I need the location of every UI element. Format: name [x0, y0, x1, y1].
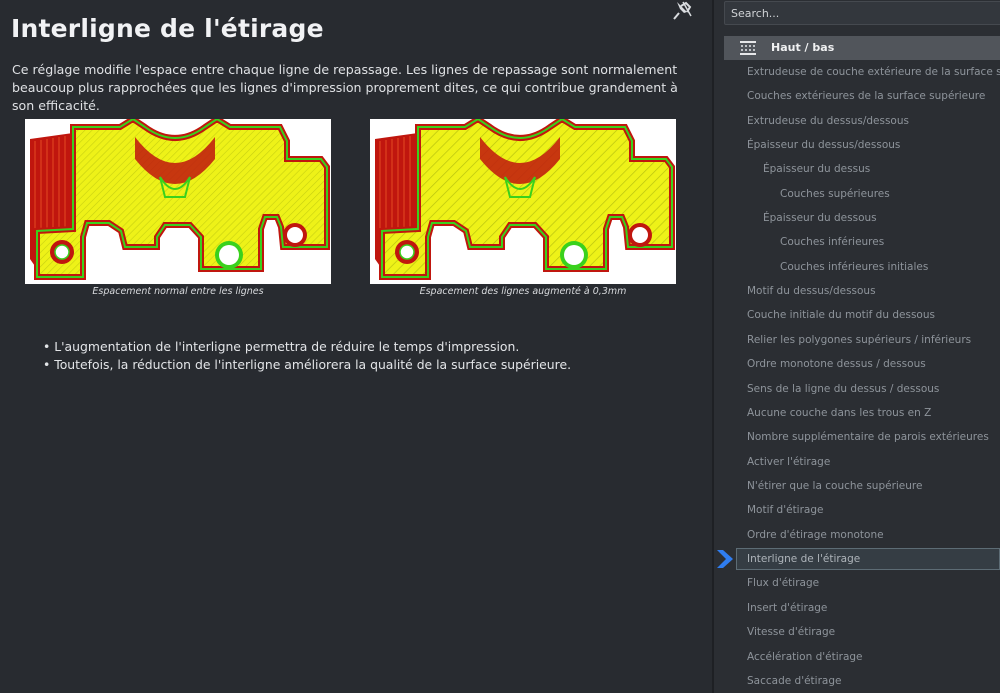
- setting-item[interactable]: Couches supérieures: [780, 183, 1000, 205]
- top-bottom-layers-icon: [740, 41, 756, 55]
- setting-item[interactable]: N'étirer que la couche supérieure: [747, 475, 1000, 497]
- figure-increased-spacing: Espacement des lignes augmenté à 0,3mm: [370, 115, 676, 297]
- help-title: Interligne de l'étirage: [11, 14, 324, 43]
- search-input[interactable]: [724, 1, 1000, 25]
- setting-item[interactable]: Nombre supplémentaire de parois extérieu…: [747, 426, 1000, 448]
- setting-item[interactable]: Ordre d'étirage monotone: [747, 524, 1000, 546]
- help-description: Ce réglage modifie l'espace entre chaque…: [12, 62, 678, 113]
- help-bullet-list: L'augmentation de l'interligne permettra…: [43, 338, 571, 374]
- section-header-top-bottom[interactable]: Haut / bas: [724, 36, 1000, 60]
- figure-normal-spacing: Espacement normal entre les lignes: [25, 115, 331, 297]
- setting-item[interactable]: Flux d'étirage: [747, 572, 1000, 594]
- setting-item[interactable]: Couches extérieures de la surface supéri…: [747, 85, 1000, 107]
- setting-item[interactable]: Couches inférieures: [780, 231, 1000, 253]
- setting-item[interactable]: Épaisseur du dessus: [763, 158, 1000, 180]
- setting-item[interactable]: Extrudeuse du dessus/dessous: [747, 110, 1000, 132]
- printed-part-image: [30, 115, 330, 280]
- bullet-item: Toutefois, la réduction de l'interligne …: [43, 356, 571, 374]
- setting-item[interactable]: Insert d'étirage: [747, 597, 1000, 619]
- setting-item[interactable]: Couches inférieures initiales: [780, 256, 1000, 278]
- help-panel: Interligne de l'étirage Ce réglage modif…: [0, 0, 712, 693]
- selected-chevron-icon: [717, 550, 733, 568]
- unpin-icon[interactable]: [671, 0, 693, 22]
- setting-item[interactable]: Aucune couche dans les trous en Z: [747, 402, 1000, 424]
- setting-item[interactable]: Motif du dessus/dessous: [747, 280, 1000, 302]
- figure-caption: Espacement normal entre les lignes: [92, 286, 264, 297]
- setting-item[interactable]: Épaisseur du dessus/dessous: [747, 134, 1000, 156]
- setting-item[interactable]: Sens de la ligne du dessus / dessous: [747, 378, 1000, 400]
- setting-item[interactable]: Épaisseur du dessous: [763, 207, 1000, 229]
- setting-item[interactable]: Accélération d'étirage: [747, 646, 1000, 668]
- figure-caption: Espacement des lignes augmenté à 0,3mm: [419, 286, 627, 297]
- setting-item[interactable]: Extrudeuse de couche extérieure de la su…: [747, 61, 1000, 83]
- setting-item-selected[interactable]: Interligne de l'étirage: [736, 548, 1000, 570]
- figure-image: [370, 115, 676, 284]
- printed-part-image: [375, 115, 675, 280]
- setting-item[interactable]: Activer l'étirage: [747, 451, 1000, 473]
- setting-item[interactable]: Saccade d'étirage: [747, 670, 1000, 692]
- setting-item[interactable]: Relier les polygones supérieurs / inféri…: [747, 329, 1000, 351]
- section-header-label: Haut / bas: [771, 41, 835, 54]
- setting-item[interactable]: Vitesse d'étirage: [747, 621, 1000, 643]
- setting-item[interactable]: Couche initiale du motif du dessous: [747, 304, 1000, 326]
- setting-item[interactable]: Ordre monotone dessus / dessous: [747, 353, 1000, 375]
- bullet-item: L'augmentation de l'interligne permettra…: [43, 338, 571, 356]
- figure-image: [25, 115, 331, 284]
- setting-item[interactable]: Motif d'étirage: [747, 499, 1000, 521]
